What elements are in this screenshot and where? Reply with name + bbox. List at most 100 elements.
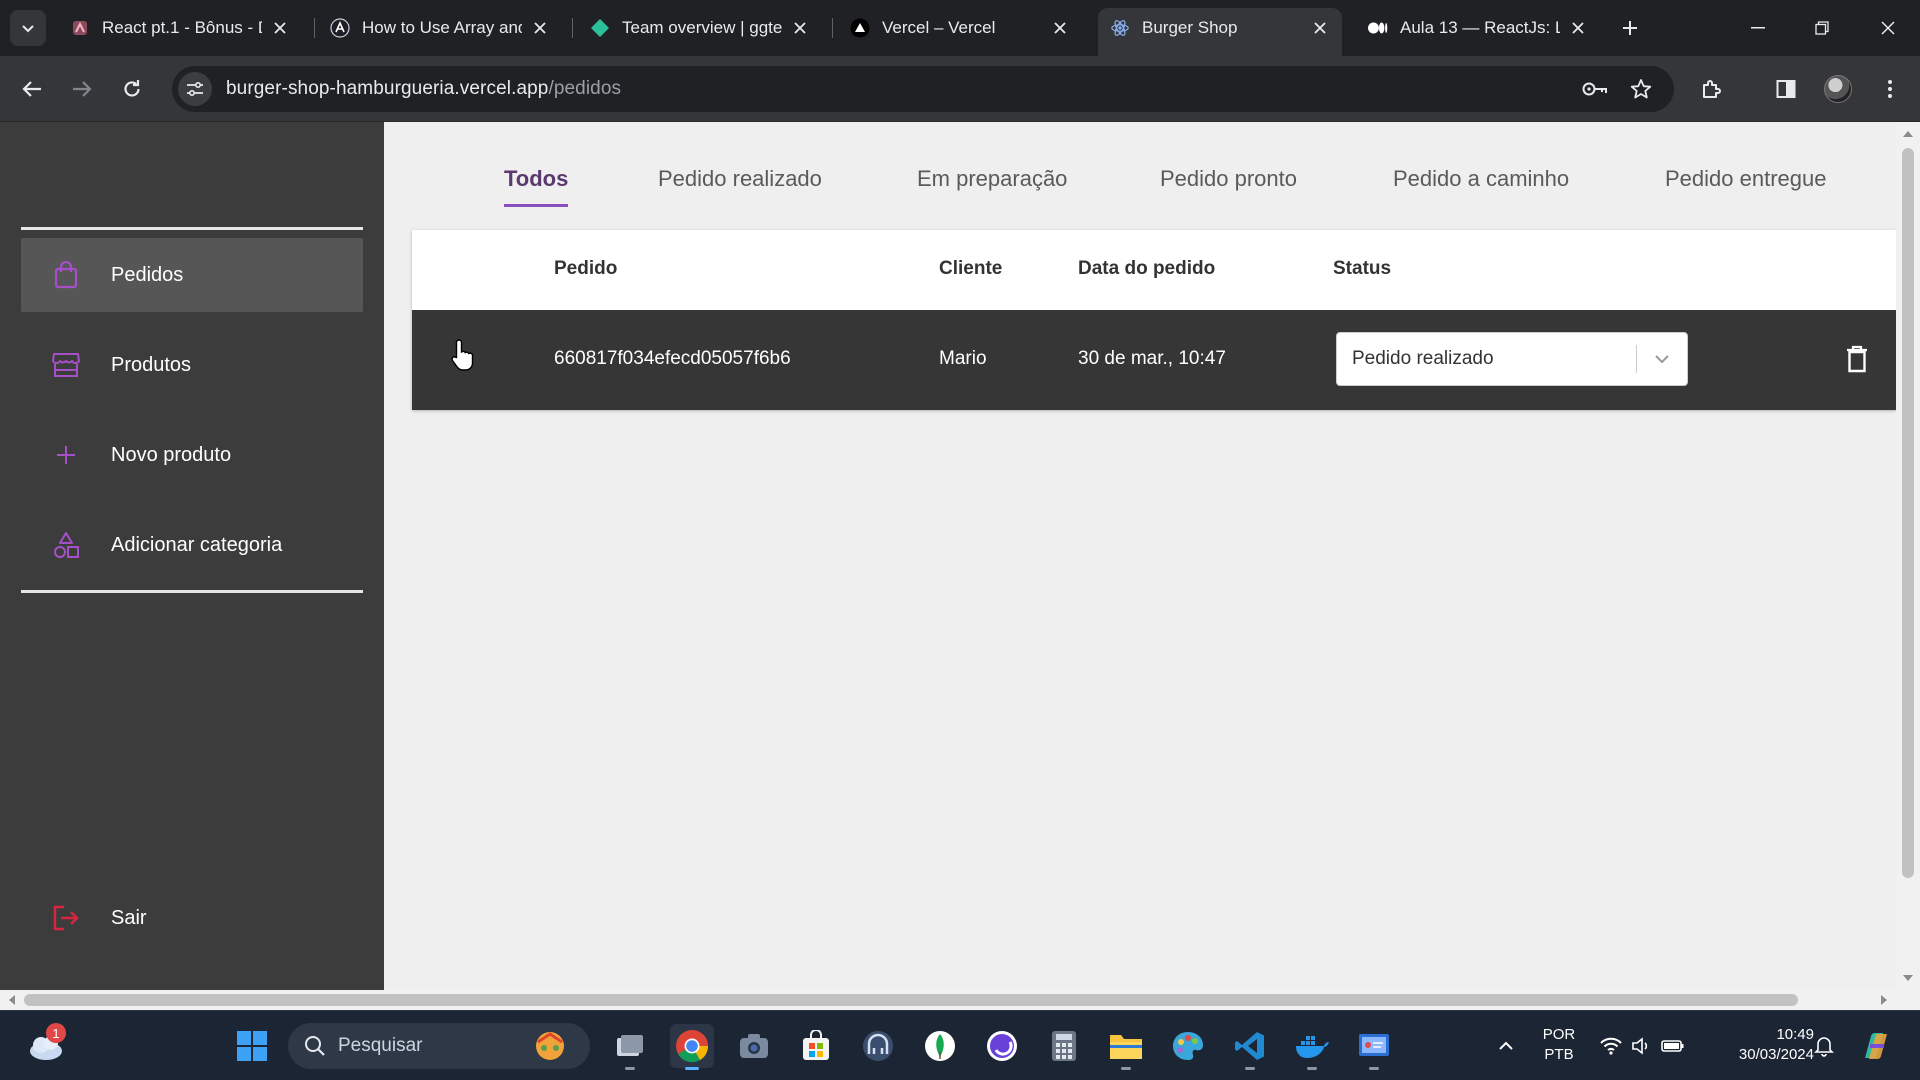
taskbar-app-purple[interactable]	[980, 1024, 1024, 1068]
elephant-icon	[863, 1031, 893, 1061]
browser-tab-aula[interactable]: Aula 13 — ReactJs: Lc	[1356, 8, 1600, 48]
horizontal-scrollbar[interactable]	[0, 990, 1920, 1010]
extensions-button[interactable]	[1692, 69, 1732, 109]
vertical-scrollbar[interactable]	[1896, 122, 1920, 990]
restore-button[interactable]	[1796, 8, 1848, 48]
taskbar-docker[interactable]	[1290, 1024, 1334, 1070]
forward-button[interactable]	[62, 69, 102, 109]
browser-tab-vercel[interactable]: Vercel – Vercel	[838, 8, 1082, 48]
sidebar-item-pedidos[interactable]: Pedidos	[21, 238, 363, 312]
chevron-up-icon	[1499, 1041, 1513, 1050]
chrome-icon	[676, 1030, 709, 1063]
horizontal-scroll-thumb[interactable]	[24, 994, 1798, 1006]
sidebar-item-label: Pedidos	[111, 263, 184, 286]
scroll-up-arrow[interactable]	[1902, 128, 1914, 140]
password-key-button[interactable]	[1580, 74, 1610, 104]
chevron-down-icon[interactable]	[1637, 354, 1687, 364]
arrow-right-icon	[73, 81, 92, 97]
star-icon	[1630, 79, 1652, 99]
scroll-down-arrow[interactable]	[1902, 972, 1914, 984]
filter-tab-todos[interactable]: Todos	[504, 166, 569, 207]
filter-tab-pedido-pronto[interactable]: Pedido pronto	[1160, 166, 1297, 192]
store-icon	[51, 350, 81, 380]
filter-tab-em-preparacao[interactable]: Em preparação	[917, 166, 1067, 192]
close-icon[interactable]	[1568, 18, 1588, 38]
taskbar-camera[interactable]	[732, 1024, 776, 1068]
sidebar-item-adicionar-categoria[interactable]: Adicionar categoria	[21, 508, 363, 582]
filter-tab-pedido-realizado[interactable]: Pedido realizado	[658, 166, 822, 192]
show-hidden-icons-button[interactable]	[1484, 1024, 1528, 1068]
chevron-down-icon	[22, 25, 34, 33]
taskbar-file-explorer[interactable]	[1104, 1024, 1148, 1070]
scroll-left-arrow[interactable]	[6, 994, 18, 1006]
taskbar-remote-app[interactable]	[1352, 1024, 1396, 1070]
shopping-bag-icon	[51, 260, 81, 290]
tab-search-button[interactable]	[10, 10, 46, 46]
sidebar-item-produtos[interactable]: Produtos	[21, 328, 363, 402]
bookmark-star-button[interactable]	[1626, 74, 1656, 104]
vercel-triangle-icon	[850, 18, 870, 38]
close-icon	[1881, 21, 1895, 35]
key-icon	[1582, 82, 1607, 96]
minimize-button[interactable]	[1732, 8, 1784, 48]
logout-icon	[51, 903, 81, 933]
clock[interactable]: 10:49 30/03/2024	[1704, 1025, 1814, 1065]
filter-tab-pedido-a-caminho[interactable]: Pedido a caminho	[1393, 166, 1569, 192]
purple-orb-icon	[987, 1031, 1017, 1061]
close-icon[interactable]	[1050, 18, 1070, 38]
profile-button[interactable]	[1818, 69, 1858, 109]
network-volume-battery-tray[interactable]	[1592, 1024, 1692, 1068]
notifications-button[interactable]	[1802, 1024, 1846, 1068]
close-icon[interactable]	[1310, 18, 1330, 38]
back-button[interactable]	[12, 69, 52, 109]
scroll-right-arrow[interactable]	[1878, 994, 1890, 1006]
address-bar[interactable]: burger-shop-hamburgueria.vercel.app/pedi…	[172, 66, 1674, 112]
reload-button[interactable]	[112, 69, 152, 109]
side-panel-icon	[1776, 80, 1796, 98]
close-window-button[interactable]	[1862, 8, 1914, 48]
taskbar-chrome[interactable]	[670, 1024, 714, 1070]
close-icon[interactable]	[270, 18, 290, 38]
taskbar-paint[interactable]	[1166, 1024, 1210, 1068]
url-text[interactable]: burger-shop-hamburgueria.vercel.app/pedi…	[226, 78, 621, 100]
side-panel-button[interactable]	[1766, 69, 1806, 109]
close-icon[interactable]	[530, 18, 550, 38]
delete-order-button[interactable]	[1842, 342, 1872, 376]
taskbar-search[interactable]: Pesquisar	[288, 1023, 590, 1069]
language-indicator[interactable]: POR PTB	[1534, 1025, 1584, 1065]
status-select[interactable]: Pedido realizado	[1336, 332, 1688, 386]
browser-tab-burger-shop[interactable]: Burger Shop	[1098, 8, 1342, 56]
sidebar-item-novo-produto[interactable]: Novo produto	[21, 418, 363, 492]
folder-icon	[1110, 1035, 1142, 1059]
language-code: POR	[1542, 1026, 1576, 1043]
browser-tab-array[interactable]: How to Use Array and	[318, 8, 562, 48]
close-icon[interactable]	[790, 18, 810, 38]
filter-tab-pedido-entregue[interactable]: Pedido entregue	[1665, 166, 1826, 192]
taskbar-task-view[interactable]	[608, 1024, 652, 1070]
site-info-button[interactable]	[178, 72, 212, 106]
wifi-icon	[1600, 1037, 1622, 1055]
taskbar-vscode[interactable]	[1228, 1024, 1272, 1070]
logout-button[interactable]: Sair	[21, 888, 363, 948]
browser-tab-team[interactable]: Team overview | ggte	[578, 8, 822, 48]
browser-tab-react-course[interactable]: React pt.1 - Bônus - D	[58, 8, 302, 48]
tab-strip: React pt.1 - Bônus - D How to Use Array …	[0, 0, 1920, 56]
start-button[interactable]	[230, 1024, 274, 1068]
react-atom-icon	[1110, 18, 1130, 38]
new-tab-button[interactable]	[1616, 14, 1644, 42]
hand-cursor-icon	[451, 339, 474, 371]
status-select-value: Pedido realizado	[1352, 348, 1494, 369]
taskbar-calculator[interactable]	[1042, 1024, 1086, 1068]
browser-menu-button[interactable]	[1870, 69, 1910, 109]
vertical-scroll-thumb[interactable]	[1902, 148, 1914, 878]
taskbar-store[interactable]	[794, 1024, 838, 1068]
minimize-icon	[1751, 27, 1765, 29]
puzzle-icon	[1703, 80, 1721, 98]
task-view-icon	[617, 1035, 643, 1056]
docker-whale-icon	[1296, 1036, 1329, 1058]
notification-badge: 1	[46, 1023, 66, 1043]
copilot-button[interactable]	[1854, 1024, 1898, 1068]
status-filter-tabs: Todos Pedido realizado Em preparação Ped…	[384, 166, 1896, 216]
taskbar-mongodb[interactable]	[918, 1024, 962, 1068]
taskbar-beekeeper[interactable]	[856, 1024, 900, 1068]
